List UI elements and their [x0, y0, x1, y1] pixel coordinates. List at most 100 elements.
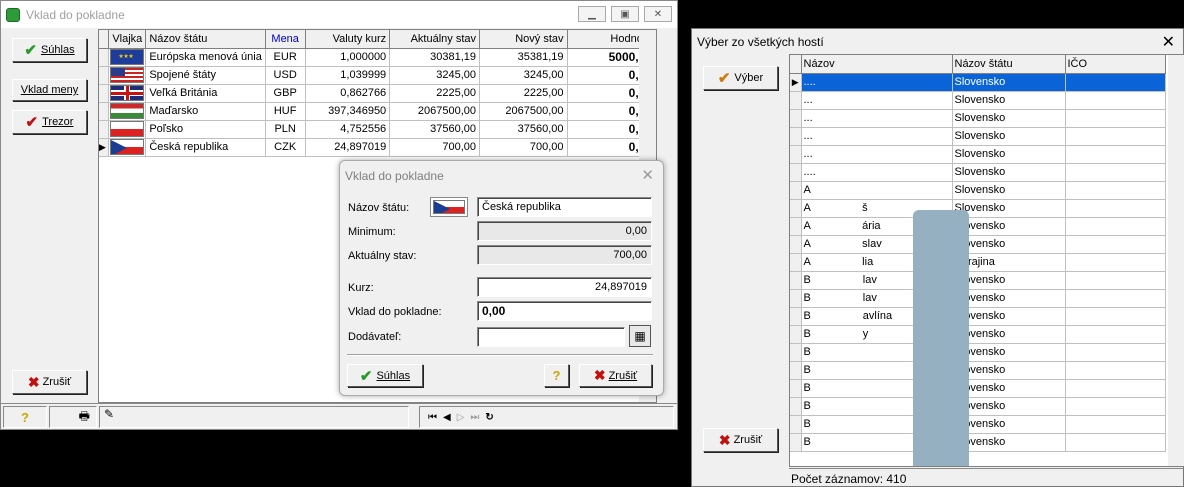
dialog-zrusit-button[interactable]: ✖ Zrušiť — [579, 364, 652, 387]
table-row[interactable]: B lav Slovensko — [790, 289, 1166, 308]
col-nazov-statu[interactable]: Názov štátu — [145, 30, 266, 49]
new-cell: 2067500,00 — [479, 102, 568, 121]
last-record-icon[interactable]: ⏭ — [470, 412, 479, 423]
table-row[interactable]: A š Slovensko — [790, 199, 1166, 218]
table-row[interactable]: B Slovensko — [790, 415, 1166, 434]
table-row[interactable]: ... Slovensko — [790, 91, 1166, 110]
guest-name-cell: .... — [801, 73, 953, 92]
guest-zrusit-button[interactable]: ✖ Zrušiť — [703, 428, 778, 452]
table-row[interactable]: PoľskoPLN4,75255637560,0037560,000,00 — [99, 120, 657, 139]
help-icon: ? — [21, 409, 29, 425]
table-row[interactable]: A Slovensko — [790, 181, 1166, 200]
x-icon: ✖ — [27, 373, 40, 390]
table-row[interactable]: ... Slovensko — [790, 109, 1166, 128]
zrusit-button[interactable]: ✖ Zrušiť — [12, 370, 87, 394]
table-row[interactable]: Maďarsko HUF 397,346950 2067500,00 2067500,0… — [99, 102, 657, 121]
currency-cell: EUR — [265, 48, 306, 67]
col-nazov-statu[interactable]: Názov štátu — [952, 55, 1066, 74]
supplier-lookup-button[interactable]: ▦ — [629, 325, 651, 347]
col-vlajka[interactable]: Vlajka — [108, 30, 147, 49]
table-row[interactable]: ▶ Česká republika CZK 24,897019 700,00 700,00… — [99, 138, 657, 157]
trezor-button[interactable]: ✔ Trezor — [12, 110, 87, 134]
table-row[interactable]: A ária Slovensko — [790, 217, 1166, 236]
current-cell: 2225,00 — [389, 84, 481, 103]
x-icon: ✖ — [718, 431, 731, 448]
table-row[interactable]: B Slovensko — [790, 433, 1166, 452]
suhlas-button[interactable]: ✔ Súhlas — [12, 38, 87, 62]
checkmark-icon: ✔ — [359, 367, 373, 385]
table-row[interactable]: Veľká BritániaGBP0,8627662225,002225,000… — [99, 84, 657, 103]
print-button[interactable]: 🖶 — [49, 406, 97, 428]
table-row[interactable]: ... Slovensko — [790, 145, 1166, 164]
table-row[interactable]: ... Slovensko — [790, 127, 1166, 146]
guest-ico-cell — [1065, 217, 1166, 236]
rate-field[interactable]: 24,897019 — [477, 277, 652, 297]
minimize-button[interactable]: ▁ — [578, 6, 606, 22]
table-row[interactable]: B avlína Slovensko — [790, 307, 1166, 326]
main-button-panel: ✔ Súhlas Vklad meny ✔ Trezor ✖ Zrušiť — [1, 29, 98, 403]
dialog-close-icon[interactable]: ✕ — [641, 166, 654, 184]
table-row[interactable]: A slav Slovensko — [790, 235, 1166, 254]
prev-record-icon[interactable]: ◀ — [443, 412, 451, 423]
us-flag-icon — [110, 67, 145, 83]
table-row[interactable]: Európska menová úniaEUR1,00000030381,193… — [99, 48, 657, 67]
guest-ico-cell — [1065, 163, 1166, 182]
guest-state-cell: Slovensko — [952, 181, 1066, 200]
minimum-label: Minimum: — [348, 226, 396, 238]
table-row[interactable]: ▶.... Slovensko — [790, 73, 1166, 92]
state-field[interactable]: Česká republika — [477, 197, 652, 217]
row-indicator — [790, 289, 802, 308]
col-ico[interactable]: IČO — [1065, 55, 1166, 74]
first-record-icon[interactable]: ⏮ — [428, 412, 437, 423]
state-cell: Maďarsko — [145, 102, 266, 121]
guest-close-icon[interactable]: ✕ — [1162, 32, 1175, 52]
guest-window-title: Výber zo všetkých hostí — [697, 35, 824, 49]
dialog-help-button[interactable]: ? — [544, 364, 569, 387]
state-cell: Veľká Británia — [145, 84, 266, 103]
flag-cell — [108, 138, 147, 157]
next-record-icon[interactable]: ▷ — [457, 412, 465, 423]
table-row[interactable]: Spojené štátyUSD1,0399993245,003245,000,… — [99, 66, 657, 85]
help-button[interactable]: ? — [3, 406, 47, 428]
guest-select-window: Výber zo všetkých hostí ✕ ✔ Výber ✖ Zruš… — [691, 28, 1184, 487]
col-novy-stav[interactable]: Nový stav — [479, 30, 568, 49]
table-row[interactable]: A lia Ukrajina — [790, 253, 1166, 272]
table-row[interactable]: .... Slovensko — [790, 163, 1166, 182]
guest-ico-cell — [1065, 325, 1166, 344]
pl-flag-icon — [110, 121, 145, 137]
row-indicator-header — [790, 55, 802, 74]
dialog-suhlas-button[interactable]: ✔ Súhlas — [347, 364, 423, 387]
current-cell: 2067500,00 — [389, 102, 481, 121]
redaction-overlay — [913, 210, 969, 466]
col-mena[interactable]: Mena — [265, 30, 306, 49]
guest-ico-cell — [1065, 145, 1166, 164]
state-cell: Európska menová únia — [145, 48, 266, 67]
close-button[interactable]: ✕ — [644, 6, 672, 22]
table-row[interactable]: B lav Slovensko — [790, 271, 1166, 290]
col-aktualny-stav[interactable]: Aktuálny stav — [389, 30, 481, 49]
supplier-field[interactable] — [477, 327, 625, 347]
table-row[interactable]: B y Slovensko — [790, 325, 1166, 344]
state-cell: Poľsko — [145, 120, 266, 139]
state-flag-button[interactable] — [430, 197, 468, 217]
hu-flag-icon — [110, 103, 145, 119]
deposit-field[interactable]: 0,00 — [477, 301, 652, 321]
guest-header-row: Názov Názov štátu IČO — [790, 55, 1166, 74]
vklad-meny-button[interactable]: Vklad meny — [12, 79, 87, 101]
row-indicator — [790, 217, 802, 236]
edit-cell[interactable]: ✎ — [99, 406, 409, 428]
col-valuty-kurz[interactable]: Valuty kurz — [305, 30, 391, 49]
vyber-button[interactable]: ✔ Výber — [703, 66, 778, 90]
table-row[interactable]: B Slovensko — [790, 361, 1166, 380]
col-nazov[interactable]: Názov — [801, 55, 953, 74]
guest-grid-scrollbar[interactable] — [1168, 55, 1184, 466]
table-row[interactable]: B Slovensko — [790, 379, 1166, 398]
row-indicator — [790, 163, 802, 182]
table-row[interactable]: B Slovensko — [790, 397, 1166, 416]
maximize-button[interactable]: ▣ — [611, 6, 639, 22]
guest-state-cell: Slovensko — [952, 73, 1066, 92]
guest-grid[interactable]: Názov Názov štátu IČO ▶.... Slovensko... S… — [789, 54, 1184, 467]
refresh-icon[interactable]: ↻ — [485, 412, 493, 423]
row-indicator — [790, 91, 802, 110]
table-row[interactable]: B Slovensko — [790, 343, 1166, 362]
